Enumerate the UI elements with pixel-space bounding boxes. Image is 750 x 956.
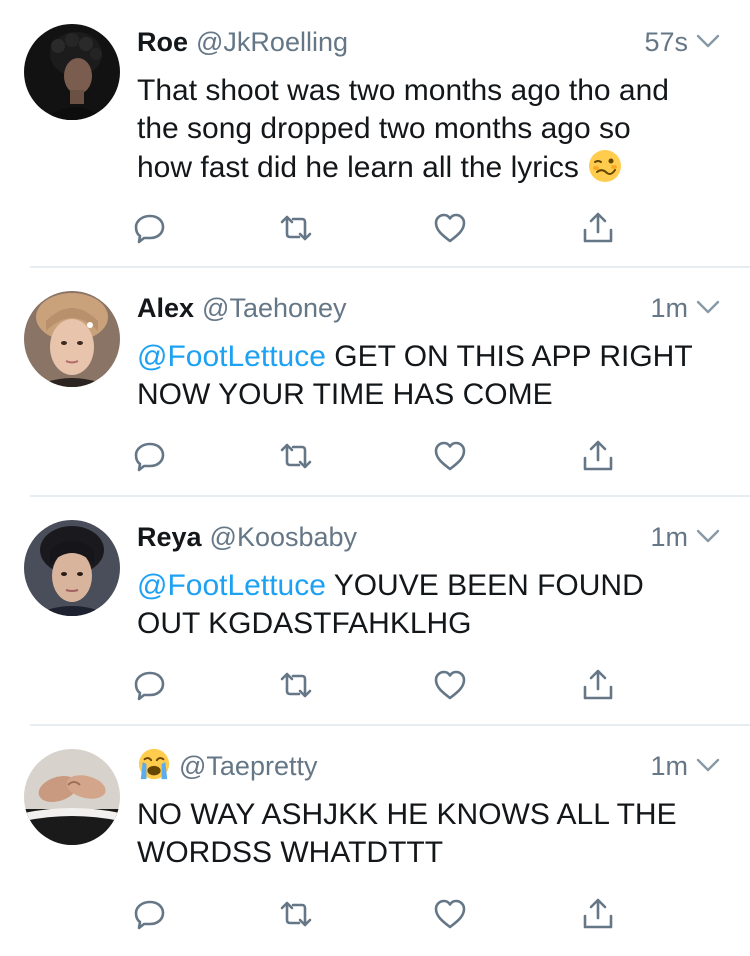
display-name[interactable]: Alex [137, 293, 194, 323]
avatar[interactable] [24, 520, 120, 616]
tweet[interactable]: Roe @JkRoelling 57s That shoot was two mo… [0, 0, 750, 268]
avatar-image [24, 291, 120, 387]
tweet-text-line: YOUVE BEEN FOUND [325, 569, 644, 602]
like-icon[interactable] [432, 667, 468, 703]
tweet-header: Alex @Taehoney 1m [137, 288, 720, 328]
retweet-icon[interactable] [278, 667, 314, 703]
user-handle[interactable]: @Taehoney [202, 293, 347, 323]
timestamp: 1m [650, 751, 688, 781]
reply-icon[interactable] [132, 667, 168, 703]
timeline: Roe @JkRoelling 57s That shoot was two mo… [0, 0, 750, 956]
tweet-text-line: GET ON THIS APP RIGHT [325, 340, 693, 373]
chevron-down-icon[interactable] [696, 757, 720, 773]
reply-icon[interactable] [132, 438, 168, 474]
user-handle[interactable]: @Koosbaby [210, 522, 358, 552]
user-handle[interactable]: @Taepretty [179, 751, 317, 781]
chevron-down-icon[interactable] [696, 33, 720, 49]
display-name[interactable]: Reya [137, 522, 202, 552]
tweet-text-line: OUT KGDASTFAHKLHG [137, 607, 472, 640]
tweet-text: @FootLettuce GET ON THIS APP RIGHT NOW Y… [137, 338, 737, 414]
tweet-text-line: how fast did he learn all the lyrics [137, 151, 579, 184]
display-name[interactable]: Roe [137, 27, 188, 57]
mention-link[interactable]: @FootLettuce [137, 569, 326, 602]
retweet-icon[interactable] [278, 210, 314, 246]
tweet-actions [132, 438, 632, 478]
avatar[interactable] [24, 291, 120, 387]
reply-icon[interactable] [132, 210, 168, 246]
loudly-crying-face-emoji [138, 748, 170, 780]
reply-icon[interactable] [132, 896, 168, 932]
avatar-image [24, 24, 120, 120]
tweet-actions [132, 667, 632, 707]
woozy-face-emoji [589, 150, 622, 182]
tweet-text: That shoot was two months ago tho and th… [137, 72, 737, 187]
like-icon[interactable] [432, 896, 468, 932]
share-icon[interactable] [580, 896, 616, 932]
tweet[interactable]: @Taepretty 1m NO WAY ASHJKK HE KNOWS ALL… [0, 726, 750, 955]
avatar[interactable] [24, 24, 120, 120]
tweet[interactable]: Alex @Taehoney 1m @FootLettuce GET ON THI… [0, 268, 750, 497]
share-icon[interactable] [580, 438, 616, 474]
tweet-text-line: WORDSS WHATDTTT [137, 836, 444, 869]
avatar-image [24, 520, 120, 616]
chevron-down-icon[interactable] [696, 299, 720, 315]
tweet-text-line: NO WAY ASHJKK HE KNOWS ALL THE [137, 798, 677, 831]
share-icon[interactable] [580, 667, 616, 703]
tweet-actions [132, 896, 632, 936]
timestamp: 1m [650, 522, 688, 552]
avatar-image [24, 749, 120, 845]
like-icon[interactable] [432, 210, 468, 246]
retweet-icon[interactable] [278, 896, 314, 932]
chevron-down-icon[interactable] [696, 528, 720, 544]
timestamp: 1m [650, 293, 688, 323]
avatar[interactable] [24, 749, 120, 845]
tweet-actions [132, 210, 632, 250]
like-icon[interactable] [432, 438, 468, 474]
tweet-text: NO WAY ASHJKK HE KNOWS ALL THE WORDSS WH… [137, 796, 737, 872]
tweet-text-line: NOW YOUR TIME HAS COME [137, 378, 553, 411]
tweet-header: Reya @Koosbaby 1m [137, 517, 720, 557]
share-icon[interactable] [580, 210, 616, 246]
tweet-header: Roe @JkRoelling 57s [137, 22, 720, 62]
tweet-text-line: the song dropped two months ago so [137, 112, 631, 145]
tweet[interactable]: Reya @Koosbaby 1m @FootLettuce YOUVE BEEN… [0, 497, 750, 726]
tweet-header: @Taepretty 1m [137, 746, 720, 786]
tweet-text-line: That shoot was two months ago tho and [137, 74, 669, 107]
retweet-icon[interactable] [278, 438, 314, 474]
tweet-text: @FootLettuce YOUVE BEEN FOUND OUT KGDAST… [137, 567, 737, 643]
timestamp: 57s [644, 27, 688, 57]
user-handle[interactable]: @JkRoelling [196, 27, 348, 57]
mention-link[interactable]: @FootLettuce [137, 340, 326, 373]
